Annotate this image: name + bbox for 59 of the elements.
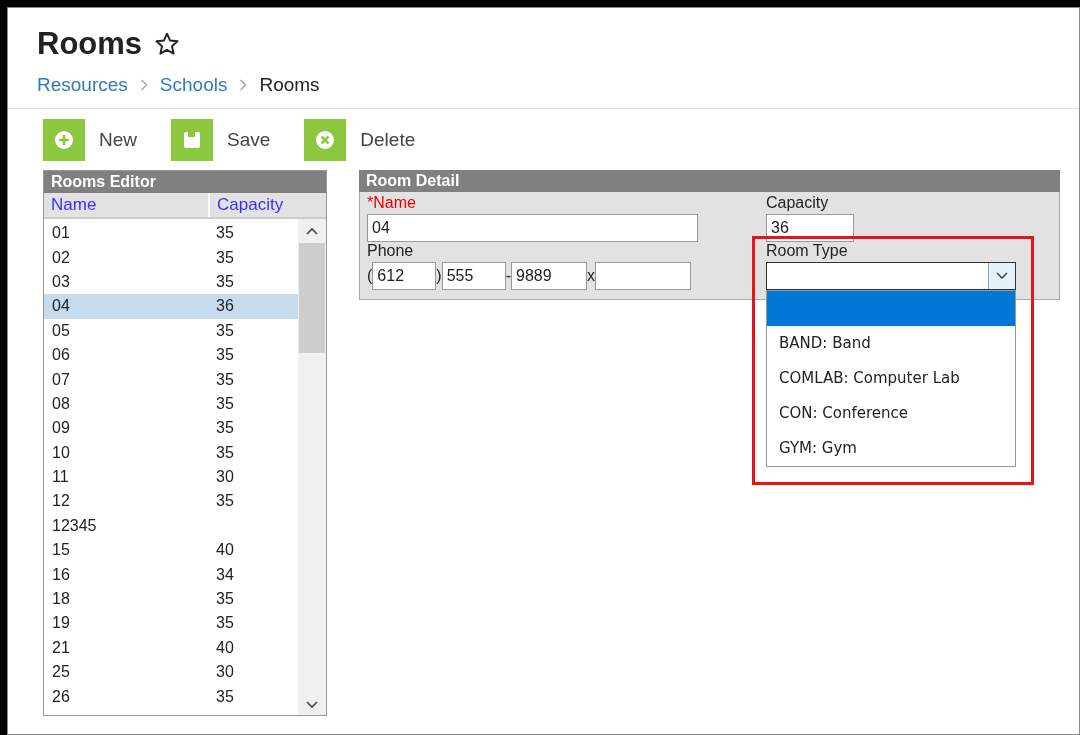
phone-line-field[interactable]: 9889: [511, 262, 587, 290]
column-header[interactable]: Capacity: [210, 193, 291, 217]
room-row[interactable]: 11 30: [44, 464, 298, 490]
scrollbar[interactable]: [298, 219, 326, 715]
room-row[interactable]: 19 35: [44, 611, 298, 636]
panel-title: Room Detail: [359, 170, 1060, 192]
chevron-icon: [139, 79, 148, 91]
area-code-field[interactable]: 612: [372, 262, 437, 290]
extension-field[interactable]: [595, 262, 691, 290]
new-button[interactable]: New: [43, 119, 137, 161]
star-icon[interactable]: [154, 31, 181, 57]
breadcrumb-link[interactable]: Resources: [37, 74, 128, 96]
panel-title: Rooms Editor: [44, 171, 326, 193]
dropdown-option[interactable]: COMLAB: Computer Lab: [767, 361, 1015, 396]
phone-paren: ): [436, 267, 442, 285]
dropdown-option[interactable]: CON: Conference: [767, 396, 1015, 431]
plus-circle-icon: [54, 130, 74, 150]
field-label: Room Type: [766, 242, 849, 261]
name-field[interactable]: 04: [367, 214, 698, 242]
room-row[interactable]: 05 35: [44, 318, 298, 343]
room-row[interactable]: 02 35: [44, 245, 298, 270]
breadcrumb-current: Rooms: [259, 74, 320, 96]
field-label: *Name: [367, 194, 417, 213]
scroll-up-icon[interactable]: [306, 227, 318, 235]
room-row[interactable]: 21 40: [44, 635, 298, 661]
phone-dash: -: [505, 267, 511, 285]
room-row[interactable]: 08 35: [44, 391, 298, 417]
room-row[interactable]: 16 34: [44, 562, 298, 587]
chevron-icon: [239, 79, 248, 91]
room-row[interactable]: 07 35: [44, 367, 298, 392]
page-title: Rooms: [37, 26, 143, 62]
field-label: Phone: [367, 242, 415, 261]
dropdown-option[interactable]: BAND: Band: [767, 326, 1015, 361]
scroll-down-icon[interactable]: [306, 701, 318, 709]
breadcrumb-link[interactable]: Schools: [159, 74, 228, 96]
room-row[interactable]: 12 35: [44, 489, 298, 514]
delete-button[interactable]: Delete: [304, 119, 416, 161]
room-type-select[interactable]: [766, 262, 1016, 290]
room-row[interactable]: 18 35: [44, 586, 298, 612]
room-row[interactable]: 25 30: [44, 660, 298, 685]
field-label: Capacity: [766, 194, 830, 213]
room-row[interactable]: 01 35: [44, 221, 298, 246]
room-row[interactable]: 10 35: [44, 440, 298, 465]
room-row[interactable]: 06 35: [44, 342, 298, 368]
room-row[interactable]: 09 35: [44, 416, 298, 441]
caret-icon: [996, 272, 1008, 280]
room-row[interactable]: 12345: [44, 513, 298, 539]
room-row[interactable]: 03 35: [44, 269, 298, 295]
x-circle-icon: [315, 130, 336, 150]
save-button[interactable]: Save: [171, 119, 271, 161]
phone-paren: (: [367, 267, 373, 285]
room-row[interactable]: 26 35: [44, 684, 298, 709]
scroll-thumb[interactable]: [299, 243, 325, 353]
phone-prefix-field[interactable]: 555: [441, 262, 506, 290]
room-row[interactable]: 04 36: [44, 294, 298, 319]
extension-label: x: [587, 267, 595, 285]
column-header[interactable]: Name: [44, 193, 210, 217]
dropdown-option[interactable]: GYM: Gym: [767, 431, 1015, 466]
room-row[interactable]: 15 40: [44, 538, 298, 563]
